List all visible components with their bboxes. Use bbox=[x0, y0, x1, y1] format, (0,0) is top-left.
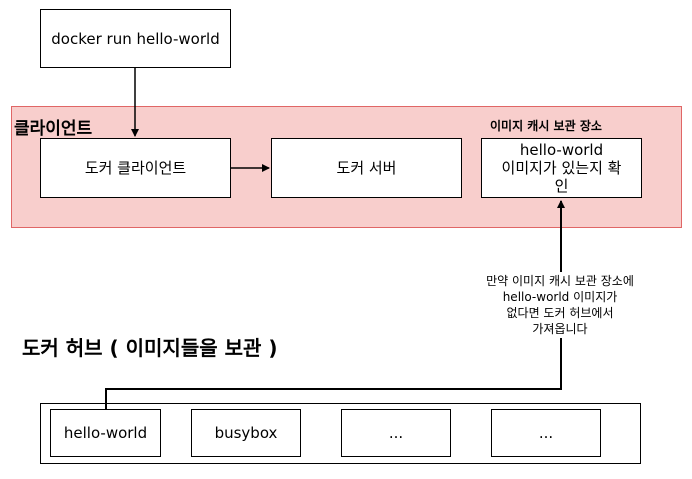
fetch-note-line: hello-world 이미지가 bbox=[502, 290, 618, 304]
fetch-note: 만약 이미지 캐시 보관 장소에 hello-world 이미지가 없다면 도커… bbox=[450, 272, 670, 338]
connector-layer bbox=[105, 68, 565, 409]
fetch-note-line: 가져옵니다 bbox=[532, 322, 588, 336]
fetch-note-line: 만약 이미지 캐시 보관 장소에 bbox=[486, 274, 634, 288]
fetch-note-line: 없다면 도커 허브에서 bbox=[506, 306, 614, 320]
